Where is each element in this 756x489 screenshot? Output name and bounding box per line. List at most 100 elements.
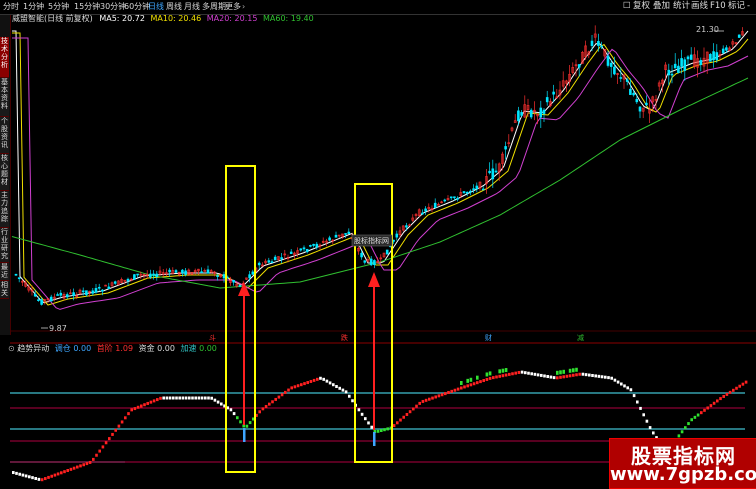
settings-icon[interactable]: ⊙ (8, 344, 15, 353)
indicator-bar (533, 372, 537, 376)
main-legend: 威盟智能(日线 前复权) MA5: 20.72 MA10: 20.46 MA20… (12, 14, 314, 24)
candle-body (443, 199, 447, 202)
indicator-accel-bar (488, 371, 492, 376)
indicator-bar (514, 371, 517, 375)
indicator-bar (50, 474, 53, 478)
indicator-bar (712, 401, 716, 405)
candle-body (635, 99, 639, 103)
indicator-bar (732, 388, 735, 392)
indicator-bar (165, 396, 169, 400)
indicator-bar (399, 418, 402, 422)
candle-body (385, 249, 389, 255)
indicator-accel-bar (466, 378, 469, 383)
param-2-label: 首阶 (96, 344, 113, 353)
candle-body (395, 233, 399, 238)
param-3-label: 资金 (138, 344, 155, 353)
indicator-legend: ⊙ 趋势异动 调仓 0.00 首阶 1.09 资金 0.00 加速 0.00 (8, 344, 217, 354)
indicator-bar (376, 429, 380, 433)
candle-body (529, 109, 533, 118)
indicator-bar (412, 407, 415, 411)
indicator-bar (72, 466, 76, 470)
indicator-bar (277, 395, 281, 399)
indicator-bar (316, 377, 319, 381)
candle-body (373, 260, 376, 265)
indicator-bar (722, 394, 725, 398)
indicator-bar (367, 421, 370, 425)
candle-body (613, 66, 616, 75)
indicator-bar (492, 376, 495, 380)
indicator-bar (76, 465, 79, 469)
indicator-bar (236, 416, 239, 420)
indicator-bar (338, 386, 341, 390)
indicator-bar (124, 416, 127, 420)
indicator-bar (53, 473, 57, 477)
indicator-bar (172, 396, 175, 400)
indicator-name[interactable]: 趋势异动 (17, 344, 49, 353)
indicator-bar (402, 415, 405, 419)
indicator-bar (639, 406, 642, 410)
indicator-bar (12, 471, 15, 475)
indicator-bar (287, 388, 290, 392)
candle-body (149, 273, 152, 278)
candle-body (85, 290, 88, 296)
indicator-bar (69, 467, 73, 471)
candle-body (539, 107, 543, 118)
indicator-bar (680, 430, 684, 434)
indicator-bar (559, 375, 562, 379)
indicator-bar (120, 420, 124, 424)
indicator-bar (309, 379, 313, 383)
indicator-accel-bar (575, 367, 578, 372)
candle-body (257, 262, 261, 266)
indicator-bar (15, 471, 18, 475)
candle-body (686, 56, 690, 60)
candle-body (699, 60, 703, 65)
candle-body (168, 269, 171, 273)
candle-body (677, 65, 680, 73)
param-4-label: 加速 (180, 344, 197, 353)
indicator-bar (565, 374, 569, 378)
indicator-bar (453, 388, 457, 392)
indicator-bar (501, 374, 505, 378)
indicator-bar (578, 372, 581, 376)
indicator-bar (472, 382, 476, 386)
candle-body (453, 196, 456, 199)
candle-body (577, 64, 581, 68)
indicator-bar (56, 472, 60, 476)
indicator-bar (92, 457, 95, 461)
candle-body (504, 146, 507, 150)
indicator-bar (613, 378, 617, 382)
indicator-bar (549, 375, 553, 379)
signal-box-1 (225, 165, 256, 473)
indicator-bar (466, 384, 469, 388)
marker-2: 财 (485, 334, 492, 342)
indicator-bar (261, 407, 265, 411)
indicator-bar (344, 390, 348, 394)
indicator-bar (21, 473, 25, 477)
indicator-bar (162, 396, 165, 400)
indicator-bar (31, 476, 34, 480)
candle-body (251, 271, 255, 275)
candle-body (56, 294, 59, 296)
indicator-bar (175, 396, 178, 400)
candle-body (101, 289, 104, 292)
indicator-bar (322, 377, 325, 381)
indicator-bar (319, 376, 322, 380)
indicator-bar (511, 372, 514, 376)
indicator-bar (687, 422, 690, 426)
indicator-accel-bar (572, 368, 575, 373)
indicator-bar (476, 381, 479, 385)
candle-body (421, 212, 424, 215)
indicator-bar (210, 396, 213, 400)
indicator-bar (616, 380, 620, 384)
indicator-bar (44, 477, 47, 481)
indicator-bar (738, 384, 741, 388)
candle-body (299, 248, 303, 251)
ma5-label: MA5: 20.72 (99, 14, 145, 23)
indicator-bar (108, 437, 111, 441)
candle-body (107, 286, 111, 289)
indicator-bar (597, 374, 601, 378)
indicator-bar (626, 386, 629, 390)
candle-body (49, 296, 53, 302)
candle-body (491, 168, 495, 180)
candle-body (155, 273, 159, 277)
